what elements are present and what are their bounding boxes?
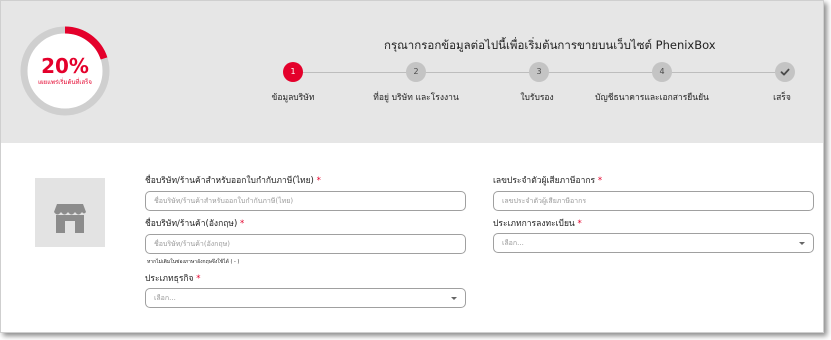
business-type-select[interactable]: เลือก...: [145, 288, 466, 308]
company-name-en-hint: หากไม่เติมในช่องภาษาอังกฤษจึงใช้ได้ ( - …: [147, 259, 240, 265]
step-3-circle[interactable]: 3: [529, 62, 549, 82]
step-2-label: ที่อยู่ บริษัท และโรงงาน: [373, 93, 459, 103]
step-4-label: บัญชีธนาคารและเอกสารยืนยัน: [595, 93, 709, 103]
page-title: กรุณากรอกข้อมูลต่อไปนี้เพื่อเริ่มต้นการข…: [384, 38, 716, 52]
registration-type-select[interactable]: เลือก...: [493, 233, 814, 253]
company-name-th-input[interactable]: ชื่อบริษัท/ร้านค้าสำหรับออกใบกำกับภาษี(ไ…: [145, 191, 466, 211]
check-icon: [780, 68, 790, 76]
chevron-down-icon: [799, 242, 805, 245]
registration-type-label: ประเภทการลงทะเบียน *: [493, 219, 582, 229]
progress-percent: 20%: [41, 54, 89, 78]
step-3-label: ใบรับรอง: [520, 93, 554, 103]
company-name-en-label: ชื่อบริษัท/ร้านค้า(อังกฤษ) *: [145, 219, 245, 229]
business-type-label: ประเภทธุรกิจ *: [145, 274, 201, 284]
store-icon: [54, 204, 86, 233]
company-logo-upload[interactable]: [35, 178, 105, 247]
step-1-circle[interactable]: 1: [283, 62, 303, 82]
company-name-en-input[interactable]: ชื่อบริษัท/ร้านค้า(อังกฤษ): [145, 234, 466, 254]
step-5-circle[interactable]: [775, 62, 795, 82]
tax-id-input[interactable]: เลขประจำตัวผู้เสียภาษีอากร: [493, 191, 814, 211]
progress-caption: เผยแพร่เริ่มต้นที่เสร็จ: [38, 79, 92, 86]
company-name-th-label: ชื่อบริษัท/ร้านค้าสำหรับออกใบกำกับภาษี(ไ…: [145, 176, 321, 186]
tax-id-label: เลขประจำตัวผู้เสียภาษีอากร *: [493, 176, 603, 186]
step-1-label: ข้อมูลบริษัท: [271, 93, 315, 103]
step-2-circle[interactable]: 2: [406, 62, 426, 82]
page-frame: 20% เผยแพร่เริ่มต้นที่เสร็จ กรุณากรอกข้อ…: [0, 0, 824, 333]
step-4-circle[interactable]: 4: [652, 62, 672, 82]
registration-type-value: เลือก...: [502, 239, 524, 247]
header-panel: 20% เผยแพร่เริ่มต้นที่เสร็จ กรุณากรอกข้อ…: [1, 1, 823, 143]
business-type-value: เลือก...: [154, 294, 176, 302]
step-5-label: เสร็จ: [773, 93, 791, 103]
chevron-down-icon: [451, 297, 457, 300]
